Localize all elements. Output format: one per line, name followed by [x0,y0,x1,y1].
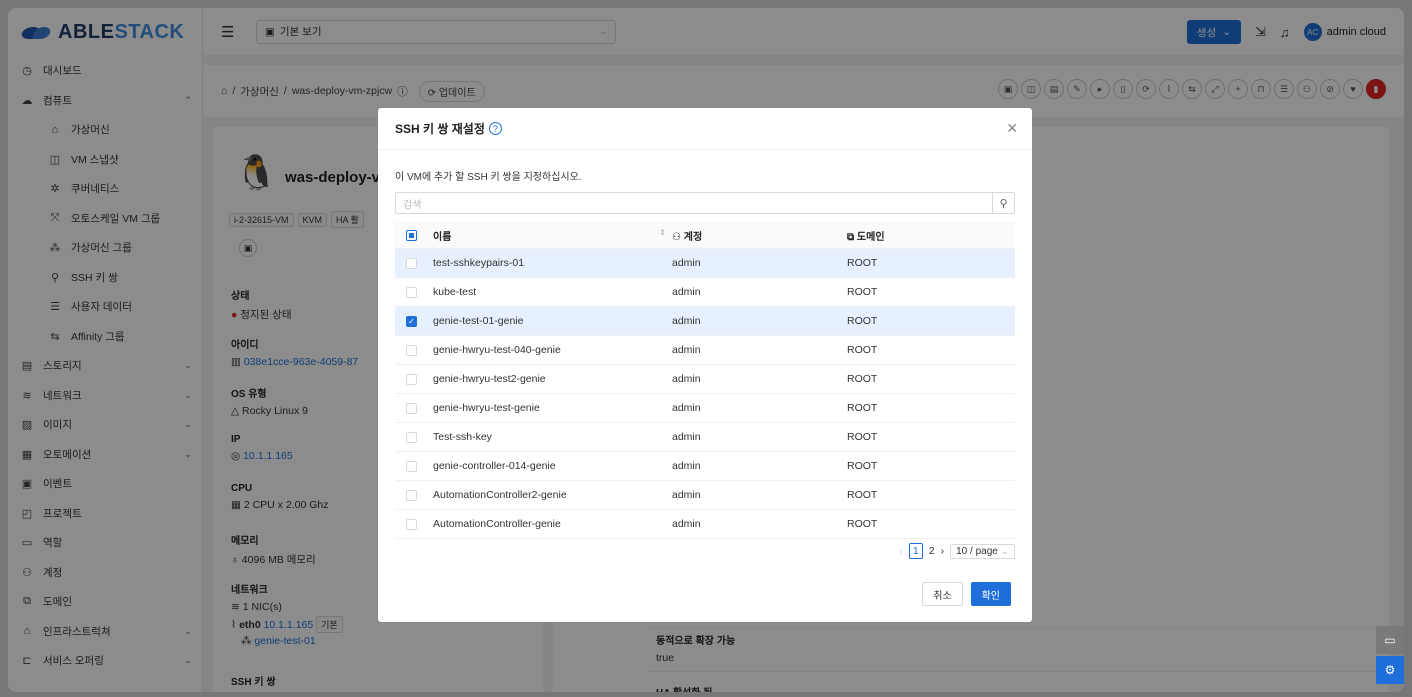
column-header-name[interactable]: 이름 ⇕ [433,228,672,243]
keypair-name: genie-hwryu-test2-genie [433,373,546,385]
keypair-account: admin [672,373,701,385]
keypair-domain: ROOT [847,286,878,298]
row-checkbox[interactable]: ✓ [406,315,417,327]
table-row[interactable]: Test-ssh-key admin ROOT [395,423,1015,452]
search-icon[interactable]: ⚲ [992,193,1014,213]
keypair-table: 이름 ⇕ ⚇ 계정 ⧉ 도메인 test-sshkeypairs-01 admin R… [395,222,1015,539]
column-header-account: ⚇ 계정 [672,231,703,243]
prev-page-icon[interactable]: ‹ [899,545,903,557]
row-checkbox[interactable] [406,460,417,472]
page-1[interactable]: 1 [908,543,923,559]
chevron-down-icon: ⌄ [1000,545,1009,557]
page-size-select[interactable]: 10 / page ⌄ [950,543,1015,559]
row-checkbox[interactable] [406,286,417,298]
next-page-icon[interactable]: › [941,545,945,557]
row-checkbox[interactable] [406,344,417,356]
keypair-account: admin [672,344,701,356]
search-input[interactable]: 검색 ⚲ [395,192,1015,214]
keypair-domain: ROOT [847,489,878,501]
keypair-domain: ROOT [847,518,878,530]
keypair-domain: ROOT [847,315,878,327]
table-row[interactable]: kube-test admin ROOT [395,278,1015,307]
keypair-name: test-sshkeypairs-01 [433,257,525,269]
keypair-domain: ROOT [847,373,878,385]
user-icon: ⚇ [672,231,681,243]
row-checkbox[interactable] [406,489,417,501]
keypair-account: admin [672,460,701,472]
gear-icon[interactable]: ⚙ [1376,656,1404,684]
keypair-account: admin [672,518,701,530]
block-icon: ⧉ [847,231,855,243]
table-row[interactable]: test-sshkeypairs-01 admin ROOT [395,249,1015,278]
row-checkbox[interactable] [406,257,417,269]
keypair-name: AutomationController-genie [433,518,561,530]
close-icon[interactable]: ✕ [1006,120,1018,137]
table-row[interactable]: AutomationController2-genie admin ROOT [395,481,1015,510]
dialog-title: SSH 키 쌍 재설정 [395,122,485,136]
keypair-domain: ROOT [847,344,878,356]
keypair-name: AutomationController2-genie [433,489,567,501]
row-checkbox[interactable] [406,373,417,385]
sort-icon[interactable]: ⇕ [659,228,666,237]
table-row[interactable]: AutomationController-genie admin ROOT [395,510,1015,539]
row-checkbox[interactable] [406,402,417,414]
table-row[interactable]: genie-hwryu-test2-genie admin ROOT [395,365,1015,394]
row-checkbox[interactable] [406,431,417,443]
keypair-account: admin [672,431,701,443]
dialog-description: 이 VM에 추가 할 SSH 키 쌍을 지정하십시오. [395,172,582,183]
keypair-name: genie-hwryu-test-genie [433,402,540,414]
pagination: ‹ 1 2 › 10 / page ⌄ [899,543,1015,559]
table-row[interactable]: ✓ genie-test-01-genie admin ROOT [395,307,1015,336]
keypair-account: admin [672,402,701,414]
table-row[interactable]: genie-hwryu-test-genie admin ROOT [395,394,1015,423]
keypair-domain: ROOT [847,431,878,443]
table-row[interactable]: genie-controller-014-genie admin ROOT [395,452,1015,481]
keypair-domain: ROOT [847,402,878,414]
table-header: 이름 ⇕ ⚇ 계정 ⧉ 도메인 [395,222,1015,249]
table-row[interactable]: genie-hwryu-test-040-genie admin ROOT [395,336,1015,365]
keypair-name: genie-test-01-genie [433,315,524,327]
keypair-account: admin [672,315,701,327]
keyboard-icon[interactable]: ▭ [1376,626,1404,654]
question-circle-icon[interactable]: ? [488,122,502,135]
table-body: test-sshkeypairs-01 admin ROOT kube-test adm… [395,249,1015,539]
reset-ssh-keypair-dialog: SSH 키 쌍 재설정? ✕ 이 VM에 추가 할 SSH 키 쌍을 지정하십시… [378,108,1032,622]
select-all-checkbox[interactable] [406,229,417,241]
keypair-domain: ROOT [847,460,878,472]
keypair-domain: ROOT [847,257,878,269]
keypair-name: genie-hwryu-test-040-genie [433,344,561,356]
column-header-domain: ⧉ 도메인 [847,231,885,243]
page-2[interactable]: 2 [929,545,935,557]
cancel-button[interactable]: 취소 [922,582,963,606]
keypair-account: admin [672,286,701,298]
keypair-name: kube-test [433,286,477,298]
search-placeholder: 검색 [403,199,422,211]
row-checkbox[interactable] [406,518,417,530]
ok-button[interactable]: 확인 [970,582,1011,606]
keypair-account: admin [672,489,701,501]
keypair-account: admin [672,257,701,269]
keypair-name: Test-ssh-key [433,431,492,443]
keypair-name: genie-controller-014-genie [433,460,556,472]
dialog-header: SSH 키 쌍 재설정? [378,108,1032,150]
dialog-footer: 취소 확인 [922,582,1011,606]
